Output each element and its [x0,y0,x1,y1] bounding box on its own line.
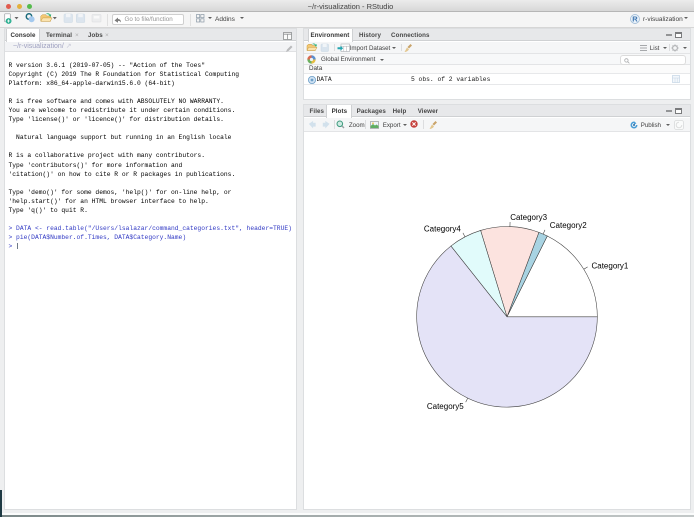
svg-text:Category3: Category3 [510,213,547,222]
svg-text:Category4: Category4 [424,224,461,233]
svg-text:R: R [632,15,638,24]
svg-text:Category5: Category5 [427,402,464,411]
svg-text:Category1: Category1 [591,262,628,271]
svg-text:Category2: Category2 [550,221,587,230]
